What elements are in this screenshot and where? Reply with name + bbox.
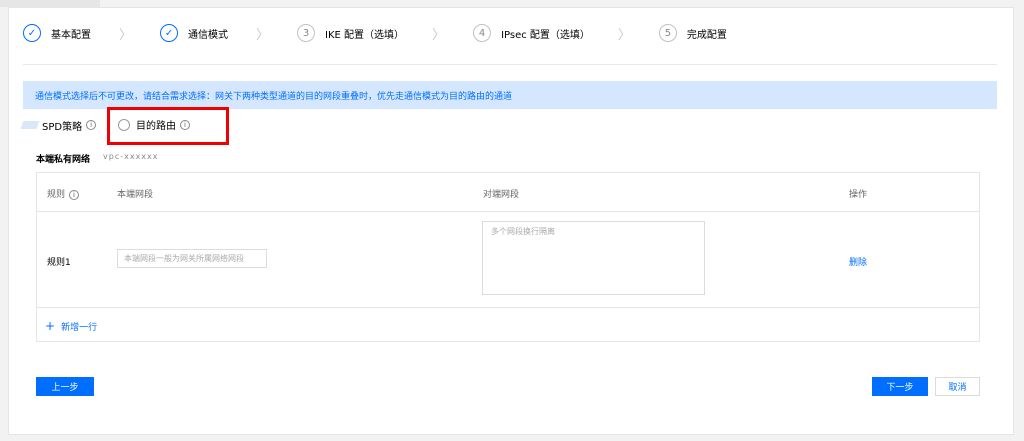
mode-option-spd[interactable]: SPD策略 i <box>22 114 97 136</box>
prev-step-button[interactable]: 上一步 <box>36 377 94 396</box>
plus-icon: + <box>45 319 56 333</box>
step-ike-config[interactable]: 3 IKE 配置（选填） <box>297 22 404 44</box>
step-indicator: ✓ 基本配置 〉 ✓ 通信模式 〉 3 IKE 配置（选填） 〉 4 IPsec… <box>23 22 727 44</box>
rule-name: 规则1 <box>47 258 71 268</box>
next-step-button[interactable]: 下一步 <box>872 377 928 396</box>
step-number-icon: 4 <box>473 24 492 42</box>
step-label: 基本配置 <box>51 29 91 41</box>
private-network-label: 本端私有网络 <box>36 155 91 165</box>
chevron-right-icon: 〉 <box>617 27 631 43</box>
step-comm-mode[interactable]: ✓ 通信模式 <box>160 22 228 44</box>
chevron-right-icon: 〉 <box>119 27 133 43</box>
divider <box>23 64 997 65</box>
step-basic-config[interactable]: ✓ 基本配置 <box>23 22 91 44</box>
step-label: IKE 配置（选填） <box>325 29 405 41</box>
info-icon[interactable]: i <box>69 190 80 200</box>
step-label: 完成配置 <box>686 29 727 41</box>
table-row: 规则1 本端网段一般为网关所属网络网段 多个网段换行隔离 删除 <box>37 211 979 308</box>
cancel-button[interactable]: 取消 <box>935 377 980 396</box>
highlight-box <box>107 107 229 145</box>
header-rule: 规则 i <box>47 187 80 200</box>
spd-label: SPD策略 <box>42 121 83 133</box>
info-alert: 通信模式选择后不可更改，请结合需求选择：网关下两种类型通道的目的网段重叠时，优先… <box>23 81 997 109</box>
spd-radio-icon <box>22 118 40 132</box>
chevron-right-icon: 〉 <box>256 27 270 43</box>
table-header: 规则 i 本端网段 对端网段 操作 <box>37 173 979 212</box>
private-network-value: vpc-xxxxxx <box>103 152 159 161</box>
step-ipsec-config[interactable]: 4 IPsec 配置（选填） <box>473 22 590 44</box>
step-number-icon: 3 <box>297 24 316 42</box>
add-row-link[interactable]: + 新增一行 <box>45 319 97 333</box>
chevron-right-icon: 〉 <box>432 27 446 43</box>
header-remote: 对端网段 <box>483 190 520 200</box>
check-icon: ✓ <box>160 24 179 42</box>
info-icon[interactable]: i <box>86 120 97 130</box>
remote-cidr-textarea[interactable]: 多个网段换行隔离 <box>482 221 705 295</box>
step-finish-config[interactable]: 5 完成配置 <box>658 22 727 44</box>
step-label: 通信模式 <box>188 29 229 41</box>
rules-table: 规则 i 本端网段 对端网段 操作 规则1 本端网段一般为网关所属网络网段 多个网… <box>36 172 980 342</box>
alert-text: 通信模式选择后不可更改，请结合需求选择：网关下两种类型通道的目的网段重叠时，优先… <box>35 91 513 102</box>
header-action: 操作 <box>849 190 868 200</box>
step-label: IPsec 配置（选填） <box>501 29 590 41</box>
local-cidr-input[interactable]: 本端网段一般为网关所属网络网段 <box>117 249 267 268</box>
top-strip <box>0 0 100 7</box>
header-local: 本端网段 <box>117 190 154 200</box>
step-number-icon: 5 <box>658 24 677 42</box>
delete-row-link[interactable]: 删除 <box>849 255 867 268</box>
check-icon: ✓ <box>23 24 41 42</box>
add-row-label: 新增一行 <box>61 322 98 333</box>
